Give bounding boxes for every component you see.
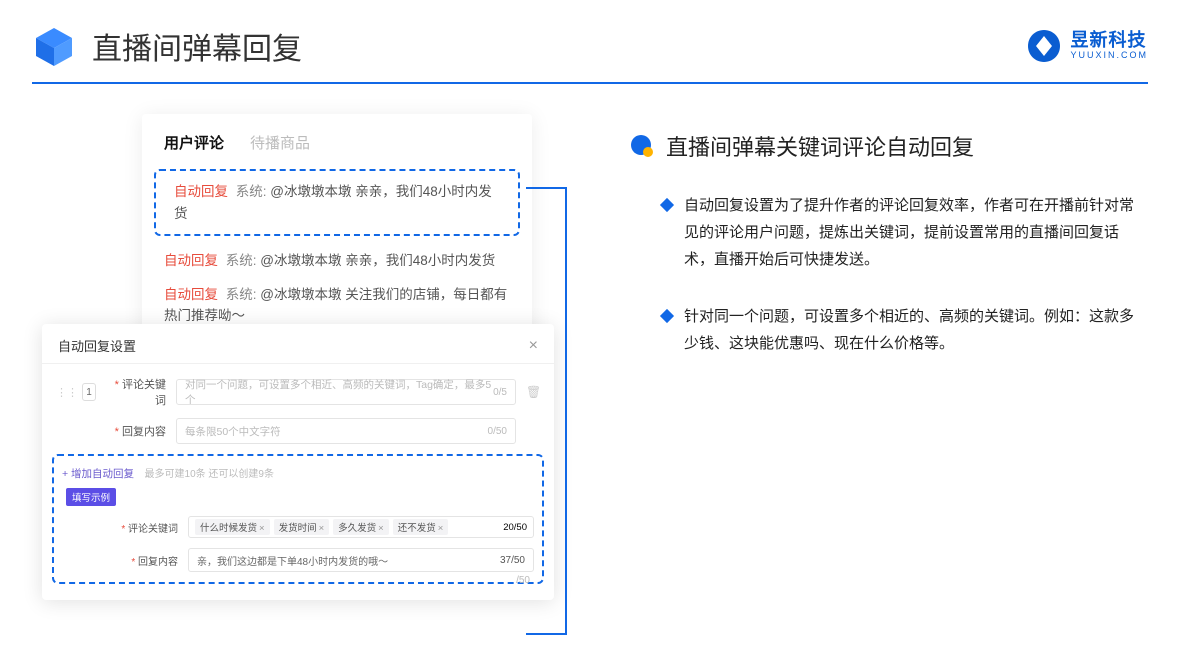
brand-logo-icon — [1026, 28, 1062, 64]
ex-label-keyword: 评论关键词 — [118, 520, 178, 535]
brand-name-en: YUUXIN.COM — [1070, 51, 1148, 61]
comments-panel: 用户评论 待播商品 自动回复 系统: @冰墩墩本墩 亲亲，我们48小时内发货 自… — [142, 114, 532, 347]
ex-label-content: 回复内容 — [118, 553, 178, 568]
system-tag: 系统: — [236, 184, 267, 199]
floating-count: /50 — [516, 575, 530, 586]
bullet-text: 自动回复设置为了提升作者的评论回复效率，作者可在开播前针对常见的评论用户问题，提… — [684, 192, 1138, 273]
content-input[interactable]: 每条限50个中文字符 0/50 — [176, 418, 516, 444]
cube-icon — [32, 24, 76, 68]
settings-title: 自动回复设置 — [58, 336, 136, 355]
bullet-item: 针对同一个问题，可设置多个相近的、高频的关键词。例如：这款多少钱、这块能优惠吗、… — [662, 303, 1138, 357]
close-icon[interactable]: × — [529, 337, 538, 355]
add-note: 最多可建10条 还可以创建9条 — [145, 469, 274, 480]
label-keyword: 评论关键词 — [106, 376, 166, 408]
order-number: 1 — [82, 383, 96, 401]
brand-name-cn: 昱新科技 — [1070, 31, 1148, 51]
chip[interactable]: 什么时候发货× — [195, 519, 270, 535]
label-content: 回复内容 — [106, 423, 166, 439]
diamond-icon — [660, 198, 674, 212]
example-badge: 填写示例 — [66, 488, 116, 506]
ex-keyword-chips[interactable]: 什么时候发货× 发货时间× 多久发货× 还不发货× 20/50 — [188, 516, 534, 538]
auto-reply-settings-panel: 自动回复设置 × ⋮⋮ 1 评论关键词 对同一个问题，可设置多个相近、高频的关键… — [42, 324, 554, 600]
page-title: 直播间弹幕回复 — [92, 24, 1026, 68]
tab-pending-products[interactable]: 待播商品 — [250, 132, 310, 153]
brand: 昱新科技 YUUXIN.COM — [1026, 28, 1148, 64]
section-heading: 直播间弹幕关键词评论自动回复 — [666, 130, 974, 162]
highlighted-comment: 自动回复 系统: @冰墩墩本墩 亲亲，我们48小时内发货 — [154, 169, 520, 236]
ex-content-field[interactable]: 亲，我们这边都是下单48小时内发货的哦～ 37/50 — [188, 548, 534, 572]
section-bullet-icon — [630, 134, 654, 158]
delete-icon[interactable]: 🗑 — [526, 385, 540, 399]
chip[interactable]: 还不发货× — [393, 519, 449, 535]
bullet-text: 针对同一个问题，可设置多个相近的、高频的关键词。例如：这款多少钱、这块能优惠吗、… — [684, 303, 1138, 357]
chip[interactable]: 发货时间× — [274, 519, 330, 535]
chip[interactable]: 多久发货× — [333, 519, 389, 535]
drag-handle-icon[interactable]: ⋮⋮ — [56, 386, 78, 399]
auto-reply-tag: 自动回复 — [174, 184, 228, 199]
tab-user-comments[interactable]: 用户评论 — [164, 132, 224, 153]
diamond-icon — [660, 309, 674, 323]
example-block: + 增加自动回复 最多可建10条 还可以创建9条 填写示例 评论关键词 什么时候… — [52, 454, 544, 584]
add-auto-reply-link[interactable]: + 增加自动回复 — [62, 468, 134, 480]
bullet-item: 自动回复设置为了提升作者的评论回复效率，作者可在开播前针对常见的评论用户问题，提… — [662, 192, 1138, 273]
keyword-input[interactable]: 对同一个问题，可设置多个相近、高频的关键词，Tag确定，最多5个 0/5 — [176, 379, 516, 405]
comment-row: 自动回复 系统: @冰墩墩本墩 亲亲，我们48小时内发货 — [142, 244, 532, 278]
